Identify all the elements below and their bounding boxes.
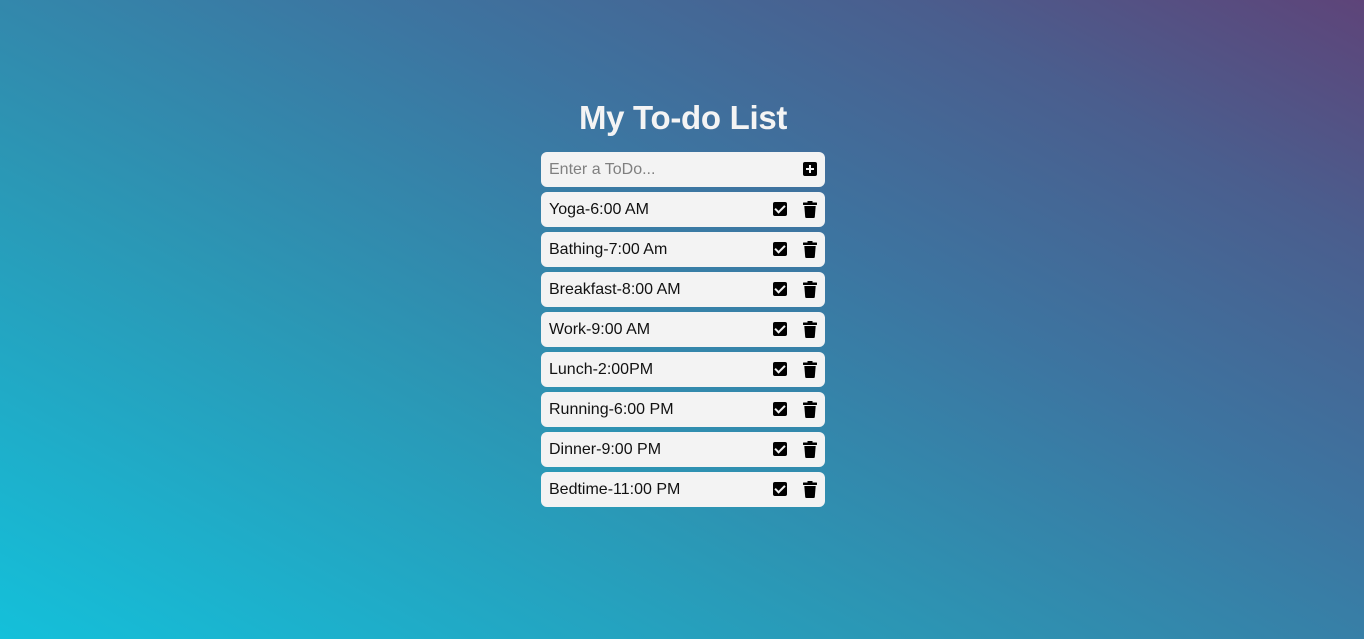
trash-icon[interactable] [803, 401, 817, 418]
check-square-icon[interactable] [773, 402, 787, 416]
todo-text: Bedtime-11:00 PM [549, 481, 681, 498]
check-square-icon[interactable] [773, 362, 787, 376]
todo-text: Lunch-2:00PM [549, 361, 654, 378]
todo-text: Breakfast-8:00 AM [549, 281, 681, 298]
todo-item: Lunch-2:00PM [541, 352, 825, 387]
todo-item: Bathing-7:00 Am [541, 232, 825, 267]
todo-item: Bedtime-11:00 PM [541, 472, 825, 507]
check-square-icon[interactable] [773, 242, 787, 256]
check-square-icon[interactable] [773, 202, 787, 216]
todo-item: Breakfast-8:00 AM [541, 272, 825, 307]
trash-icon[interactable] [803, 481, 817, 498]
trash-icon[interactable] [803, 441, 817, 458]
plus-square-icon[interactable] [803, 162, 817, 176]
check-square-icon[interactable] [773, 482, 787, 496]
todo-input[interactable] [541, 152, 791, 187]
todo-text: Work-9:00 AM [549, 321, 651, 338]
todo-text: Bathing-7:00 Am [549, 241, 668, 258]
todo-item: Running-6:00 PM [541, 392, 825, 427]
trash-icon[interactable] [803, 241, 817, 258]
todo-app: My To-do List Yoga-6:00 AM Bathing-7:00 … [541, 96, 825, 512]
todo-text: Yoga-6:00 AM [549, 201, 649, 218]
check-square-icon[interactable] [773, 442, 787, 456]
todo-list: Yoga-6:00 AM Bathing-7:00 Am Breakfast-8… [541, 192, 825, 507]
trash-icon[interactable] [803, 281, 817, 298]
todo-item: Dinner-9:00 PM [541, 432, 825, 467]
page-title: My To-do List [578, 99, 788, 136]
todo-text: Running-6:00 PM [549, 401, 674, 418]
todo-input-row [541, 152, 825, 187]
trash-icon[interactable] [803, 201, 817, 218]
todo-item: Work-9:00 AM [541, 312, 825, 347]
trash-icon[interactable] [803, 361, 817, 378]
check-square-icon[interactable] [773, 282, 787, 296]
check-square-icon[interactable] [773, 322, 787, 336]
trash-icon[interactable] [803, 321, 817, 338]
todo-item: Yoga-6:00 AM [541, 192, 825, 227]
todo-text: Dinner-9:00 PM [549, 441, 662, 458]
